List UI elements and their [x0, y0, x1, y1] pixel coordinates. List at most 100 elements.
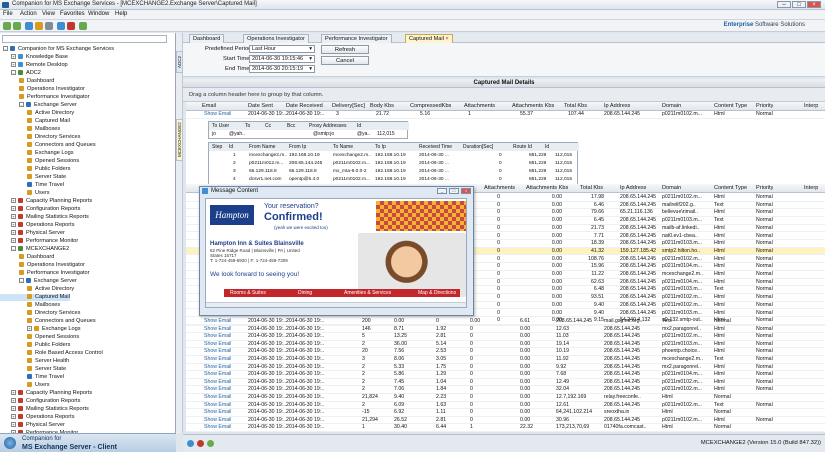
show-email-link[interactable]: Show Email	[204, 341, 231, 348]
column-header[interactable]: To User	[212, 123, 229, 129]
tree-item[interactable]: + Physical Server	[0, 422, 65, 429]
table-row[interactable]: Show Email 2014-06-30 19:.. 2014-06-30 19:…	[186, 386, 825, 394]
tree-item[interactable]: Captured Mail	[0, 294, 70, 301]
stop-icon[interactable]	[67, 22, 75, 30]
expand-toggle-icon[interactable]: +	[11, 214, 16, 220]
column-header[interactable]: Total Kbs	[564, 103, 587, 109]
tree-item[interactable]: + Performance Monitor	[0, 238, 78, 245]
expand-toggle-icon[interactable]: -	[3, 46, 8, 52]
tree-item[interactable]: Operations Investigator	[0, 86, 85, 93]
show-email-link[interactable]: Show Email	[204, 371, 231, 378]
tree-item[interactable]: Mailboxes	[0, 302, 60, 309]
tree-item[interactable]: Directory Services	[0, 134, 80, 141]
show-email-link[interactable]: Show Email	[204, 424, 231, 431]
column-header[interactable]: Total Kbs	[580, 185, 603, 191]
menu-file[interactable]: File	[3, 11, 13, 17]
tree-item[interactable]: + Mailing Statistics Reports	[0, 214, 89, 221]
column-header[interactable]: Ip Address	[620, 185, 646, 191]
minimize-button[interactable]: _	[437, 188, 447, 194]
tree-item[interactable]: Connectors and Queues	[0, 142, 96, 149]
show-email-link[interactable]: Show Email	[204, 364, 231, 371]
tree-item[interactable]: + Exchange Logs	[0, 326, 81, 333]
back-icon[interactable]	[3, 22, 11, 30]
tree-item[interactable]: Time Travel	[0, 374, 64, 381]
tree-item[interactable]: Captured Mail	[0, 118, 70, 125]
table-row[interactable]: Show Email 2014-06-30 19:.. 2014-06-30 19:…	[186, 326, 825, 334]
tree-item[interactable]: + Operations Reports	[0, 222, 75, 229]
minimize-button[interactable]: –	[777, 1, 791, 8]
vtab-adc2[interactable]: ADC2	[176, 51, 183, 73]
menu-action[interactable]: Action	[20, 11, 37, 17]
tree-item[interactable]: Operations Investigator	[0, 262, 85, 269]
tree-item[interactable]: Time Travel	[0, 182, 64, 189]
refresh-icon[interactable]	[25, 22, 33, 30]
properties-icon[interactable]	[45, 22, 53, 30]
table-row[interactable]: Show Email 2014-06-30 19:.. 2014-06-30 19:…	[186, 341, 825, 349]
menu-help[interactable]: Help	[115, 11, 127, 17]
tree-item[interactable]: + Physical Server	[0, 230, 65, 237]
show-email-link[interactable]: Show Email	[204, 379, 231, 386]
table-row[interactable]: Show Email 2014-06-30 19:.. 2014-06-30 19:…	[186, 409, 825, 417]
show-email-link[interactable]: Show Email	[204, 326, 231, 333]
column-header[interactable]: Date Sent	[248, 103, 273, 109]
help-icon[interactable]	[57, 22, 65, 30]
column-header[interactable]: Delivery[Sec]	[332, 103, 365, 109]
expand-toggle-icon[interactable]: +	[11, 198, 16, 204]
column-header[interactable]: Content Type	[714, 103, 747, 109]
show-email-link[interactable]: Show Email	[204, 417, 231, 424]
column-header[interactable]: Attachments	[484, 185, 515, 191]
email-nav-link[interactable]: Rooms & Suites	[230, 290, 266, 296]
menu-favorites[interactable]: Favorites	[60, 11, 85, 17]
table-row[interactable]: Show Email 2014-06-30 19:.. 2014-06-30 19:…	[186, 379, 825, 387]
column-header[interactable]: Route Id	[513, 144, 532, 150]
table-row[interactable]: Show Email 2014-06-30 19:.. 2014-06-30 19:…	[186, 402, 825, 410]
tree-item[interactable]: + Operations Reports	[0, 414, 75, 421]
column-header[interactable]: To Name	[333, 144, 353, 150]
column-header[interactable]: Date Received	[286, 103, 323, 109]
show-email-link[interactable]: Show Email	[204, 386, 231, 393]
tree-item[interactable]: + Capacity Planning Reports	[0, 198, 92, 205]
expand-toggle-icon[interactable]: +	[11, 54, 16, 60]
tree-item[interactable]: Public Folders	[0, 166, 70, 173]
tree-item[interactable]: Server State	[0, 174, 66, 181]
maximize-button[interactable]: □	[449, 188, 459, 194]
play-icon[interactable]	[79, 22, 87, 30]
calendar-icon[interactable]: ▾	[309, 56, 314, 63]
expand-toggle-icon[interactable]: +	[27, 326, 32, 332]
tree-item[interactable]: - Exchange Server	[0, 278, 77, 285]
table-row[interactable]: Show Email 2014-06-30 19:.. 2014-06-30 19:…	[186, 348, 825, 356]
column-header[interactable]: Content Type	[714, 185, 747, 191]
horizontal-scrollbar[interactable]	[206, 302, 466, 307]
tree-item[interactable]: - MCEXCHANGE2	[0, 246, 69, 253]
column-header[interactable]: Id	[545, 144, 549, 150]
column-header[interactable]: Priority	[756, 103, 773, 109]
refresh-button[interactable]: Refresh	[321, 45, 369, 54]
forward-icon[interactable]	[13, 22, 21, 30]
maximize-button[interactable]: □	[792, 1, 806, 8]
column-header[interactable]: CompressedKbs	[410, 103, 451, 109]
email-nav-link[interactable]: Map & Directions	[418, 290, 456, 296]
tree-item[interactable]: Server State	[0, 366, 66, 373]
expand-toggle-icon[interactable]: -	[19, 102, 24, 108]
tree-item[interactable]: + Remote Desktop	[0, 62, 68, 69]
show-email-link[interactable]: Show Email	[204, 318, 231, 325]
email-nav-link[interactable]: Amenities & Services	[344, 290, 391, 296]
table-row[interactable]: Show Email 2014-06-30 19:.. 2014-06-30 19:…	[186, 356, 825, 364]
column-header[interactable]: Cc	[265, 123, 271, 129]
column-header[interactable]: Priority	[756, 185, 773, 191]
table-row[interactable]: Show Email 2014-06-30 19:.. 2014-06-30 19:…	[186, 424, 825, 432]
table-row[interactable]: Show Email 2014-06-30 19:.. 2014-06-30 19:…	[186, 364, 825, 372]
table-row[interactable]: Show Email 2014-06-30 19:.. 2014-06-30 19:…	[186, 417, 825, 425]
column-header[interactable]: Email	[202, 103, 216, 109]
tree-item[interactable]: Users	[0, 382, 50, 389]
menu-view[interactable]: View	[42, 11, 55, 17]
tree-item[interactable]: + Configuration Reports	[0, 398, 80, 405]
close-button[interactable]: ×	[807, 1, 821, 8]
tree-item[interactable]: Active Directory	[0, 110, 74, 117]
column-header[interactable]: Domain	[662, 103, 681, 109]
table-row[interactable]: Show Email 2014-06-30 19:.. 2014-06-30 19:…	[186, 333, 825, 341]
info-icon[interactable]	[187, 440, 194, 447]
tree-item[interactable]: Performance Investigator	[0, 270, 90, 277]
column-header[interactable]: Duration[Sec]	[463, 144, 493, 150]
expand-toggle-icon[interactable]: +	[11, 222, 16, 228]
